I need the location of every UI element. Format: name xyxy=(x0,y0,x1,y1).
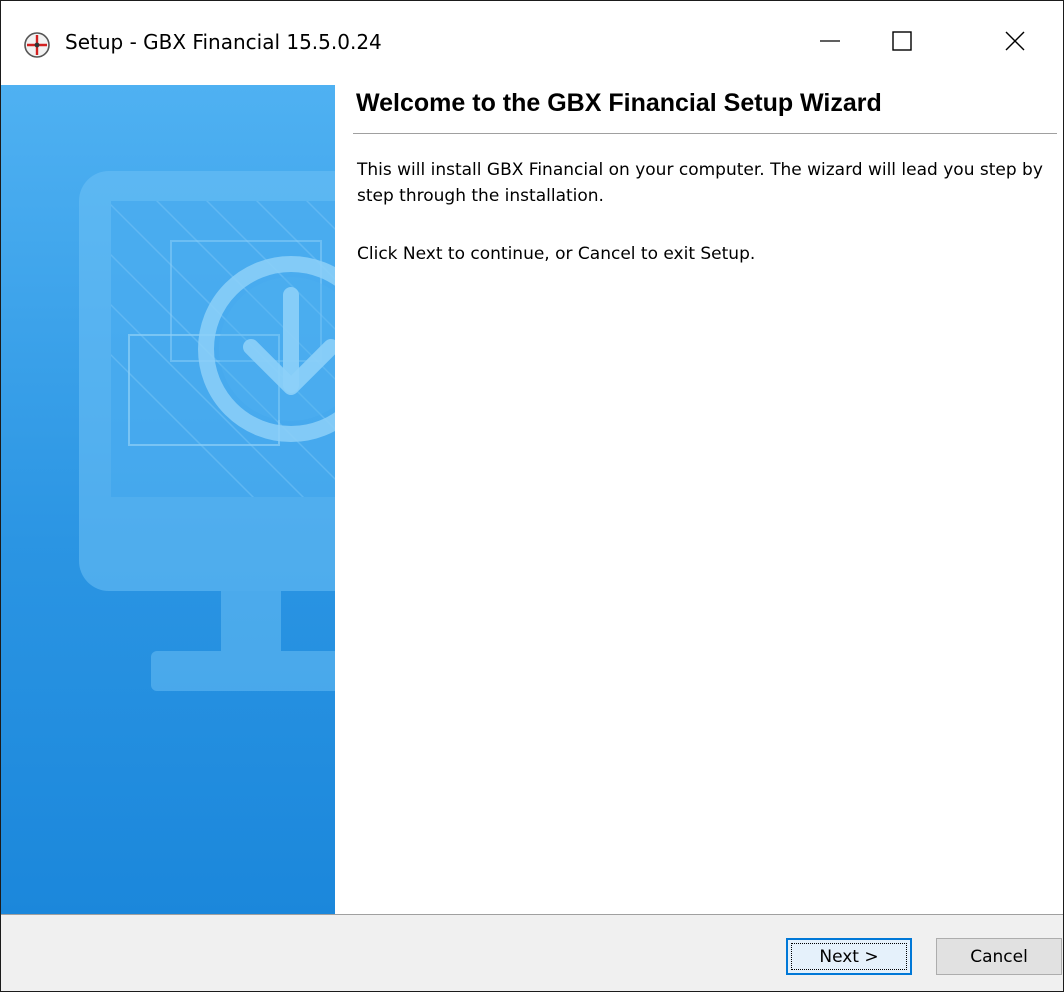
wizard-footer: Next > Cancel xyxy=(1,915,1063,991)
close-icon xyxy=(1004,30,1026,56)
minimize-icon xyxy=(819,30,841,56)
next-button[interactable]: Next > xyxy=(786,938,912,975)
setup-wizard-window: Setup - GBX Financial 15.5.0.24 Welcome … xyxy=(0,0,1064,992)
page-title: Welcome to the GBX Financial Setup Wizar… xyxy=(356,89,882,117)
setup-app-icon xyxy=(23,31,51,59)
heading-divider xyxy=(353,133,1057,134)
wizard-content: Welcome to the GBX Financial Setup Wizar… xyxy=(335,85,1063,915)
wizard-side-banner xyxy=(1,85,335,915)
title-bar[interactable]: Setup - GBX Financial 15.5.0.24 xyxy=(1,1,1063,85)
instruction-text: Click Next to continue, or Cancel to exi… xyxy=(357,244,756,264)
intro-text: This will install GBX Financial on your … xyxy=(357,160,1043,206)
monitor-download-icon xyxy=(1,171,335,915)
cancel-button[interactable]: Cancel xyxy=(936,938,1062,975)
maximize-button[interactable] xyxy=(866,1,938,85)
window-title: Setup - GBX Financial 15.5.0.24 xyxy=(65,30,382,54)
minimize-button[interactable] xyxy=(794,1,866,85)
close-button[interactable] xyxy=(966,1,1063,85)
maximize-icon xyxy=(891,30,913,56)
